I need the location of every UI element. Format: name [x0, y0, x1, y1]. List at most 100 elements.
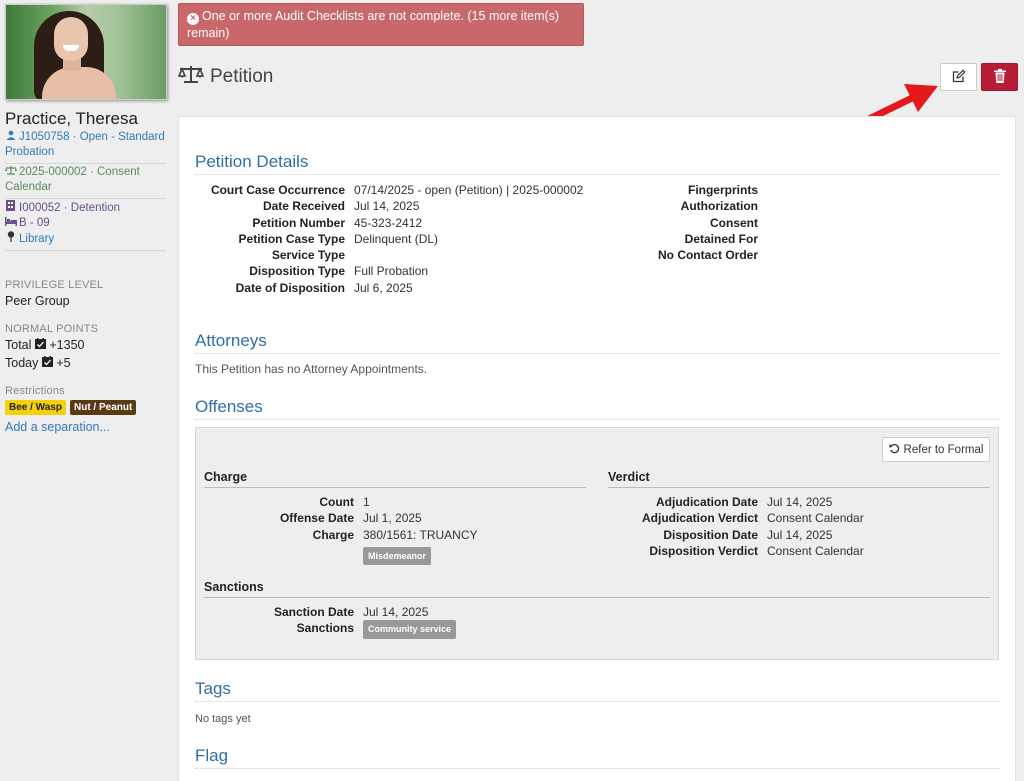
verdict-label: Adjudication Date — [655, 495, 758, 509]
detail-value — [758, 247, 767, 263]
edit-icon — [952, 68, 966, 86]
scale-icon — [5, 165, 17, 180]
detail-value: Delinquent (DL) — [354, 231, 439, 246]
user-icon — [5, 130, 16, 145]
delete-button[interactable] — [981, 63, 1018, 91]
calendar-check-icon — [41, 356, 53, 370]
privilege-label: PRIVILEGE LEVEL — [5, 279, 104, 291]
person-name: Practice, Theresa — [5, 109, 138, 128]
map-pin-icon — [5, 231, 16, 247]
detail-label: Date Received — [262, 199, 345, 214]
community-service-tag: Community service — [363, 620, 457, 639]
detail-value — [758, 231, 767, 247]
detail-label: Date of Disposition — [235, 280, 345, 295]
sanction-date-label: Sanction Date — [273, 605, 354, 619]
charge-value: 380/1561: TRUANCY — [363, 527, 478, 542]
tags-empty-text: No tags yet — [195, 713, 251, 725]
verdict-heading: Verdict — [608, 470, 990, 488]
misdemeanor-tag: Misdemeanor — [363, 546, 432, 566]
detail-value: 45-323-2412 — [354, 215, 423, 230]
detail-value: Jul 14, 2025 — [354, 199, 420, 214]
sidebar: Practice, Theresa J1050758 · Open - Stan… — [0, 0, 172, 781]
close-circle-icon: × — [187, 13, 199, 25]
points-total-value: +1350 — [49, 338, 85, 352]
restriction-badges: Bee / Wasp Nut / Peanut — [5, 400, 172, 415]
detail-label: Court Case Occurrence — [210, 183, 345, 197]
sanctions-heading: Sanctions — [204, 580, 990, 598]
scale-icon — [177, 64, 205, 90]
alert-message: One or more Audit Checklists are not com… — [187, 9, 560, 40]
detail-value — [758, 198, 767, 214]
charge-list: Count 1 Offense Date Jul 1, 2025 Charge 380… — [204, 494, 478, 566]
sanction-date-value: Jul 14, 2025 — [363, 605, 429, 619]
points-total: Total +1350 — [5, 337, 172, 353]
verdict-label: Adjudication Verdict — [641, 511, 758, 526]
verdict-label: Disposition Verdict — [649, 543, 758, 558]
case-link[interactable]: 2025-000002 · Consent Calendar — [5, 166, 140, 193]
id-group: J1050758 · Open - Standard Probation — [5, 129, 166, 164]
charge-label: Count — [319, 495, 354, 509]
id-link[interactable]: J1050758 · Open - Standard Probation — [5, 131, 165, 158]
restrictions-label: Restrictions — [5, 385, 65, 397]
points-label: NORMAL POINTS — [5, 323, 99, 335]
page-title-text: Petition — [210, 66, 274, 87]
tags-title: Tags — [195, 679, 999, 702]
charge-value: 1 — [363, 495, 370, 509]
detail-value: Jul 6, 2025 — [354, 280, 413, 295]
points-today: Today +5 — [5, 355, 172, 371]
building-icon — [5, 200, 16, 216]
detail-label: Detained For — [684, 231, 758, 246]
privilege-value: Peer Group — [5, 294, 70, 308]
verdict-value: Consent Calendar — [767, 511, 864, 526]
detail-value — [758, 182, 767, 198]
detail-label: Petition Number — [252, 215, 345, 230]
case-group: 2025-000002 · Consent Calendar — [5, 164, 166, 199]
attorneys-empty-text: This Petition has no Attorney Appointmen… — [195, 362, 428, 376]
audit-alert: × One or more Audit Checklists are not co… — [178, 3, 584, 46]
charge-label: Charge — [312, 527, 354, 542]
sanctions-label: Sanctions — [296, 621, 354, 636]
charge-heading: Charge — [204, 470, 586, 488]
detail-value — [345, 247, 354, 263]
detail-label: Fingerprints — [687, 183, 758, 197]
restriction-badge: Nut / Peanut — [69, 400, 137, 415]
location-text: I000052 · Detention — [19, 202, 121, 214]
details-left-list: Court Case Occurrence 07/14/2025 - open (… — [195, 182, 583, 296]
points-today-label: Today — [5, 356, 39, 370]
verdict-value: Jul 14, 2025 — [767, 527, 833, 542]
sanctions-list: Sanction Date Jul 14, 2025 Sanctions Commu… — [204, 604, 457, 639]
detail-label: Disposition Type — [249, 264, 345, 279]
detail-label: Service Type — [271, 248, 345, 263]
refer-to-formal-button[interactable]: Refer to Formal — [882, 437, 990, 462]
profile-photo — [5, 4, 167, 100]
trash-icon — [993, 68, 1006, 86]
detail-label: Authorization — [680, 199, 758, 214]
offenses-title: Offenses — [195, 397, 999, 420]
detail-value: 07/14/2025 - open (Petition) | 2025-0000… — [354, 183, 584, 197]
calendar-check-icon — [34, 338, 46, 352]
details-right-list: Fingerprints Authorization Consent Detai… — [619, 182, 767, 263]
bed-icon — [5, 216, 17, 231]
verdict-list: Adjudication Date Jul 14, 2025 Adjudicati… — [608, 494, 864, 559]
detail-label: No Contact Order — [657, 248, 758, 263]
points-today-value: +5 — [56, 356, 71, 370]
restriction-badge: Bee / Wasp — [5, 400, 66, 415]
refer-label: Refer to Formal — [903, 443, 984, 456]
flag-title: Flag — [195, 746, 999, 769]
add-separation-link[interactable]: Add a separation... — [5, 419, 172, 435]
detail-label: Petition Case Type — [238, 231, 345, 246]
detail-value — [758, 215, 767, 231]
location-group: I000052 · Detention B - 09 Library — [5, 199, 166, 251]
charge-value: Jul 1, 2025 — [363, 511, 422, 526]
petition-details-title: Petition Details — [195, 152, 999, 175]
attorneys-title: Attorneys — [195, 331, 999, 354]
verdict-value: Jul 14, 2025 — [767, 495, 833, 509]
edit-button[interactable] — [940, 63, 977, 91]
verdict-value: Consent Calendar — [767, 543, 864, 558]
charge-label: Offense Date — [279, 511, 354, 526]
points-total-label: Total — [5, 338, 32, 352]
bed-text: B - 09 — [19, 217, 50, 229]
petition-panel: Petition Details Court Case Occurrence 07… — [178, 116, 1016, 781]
detail-label: Consent — [710, 215, 758, 230]
room-link[interactable]: Library — [19, 233, 54, 245]
